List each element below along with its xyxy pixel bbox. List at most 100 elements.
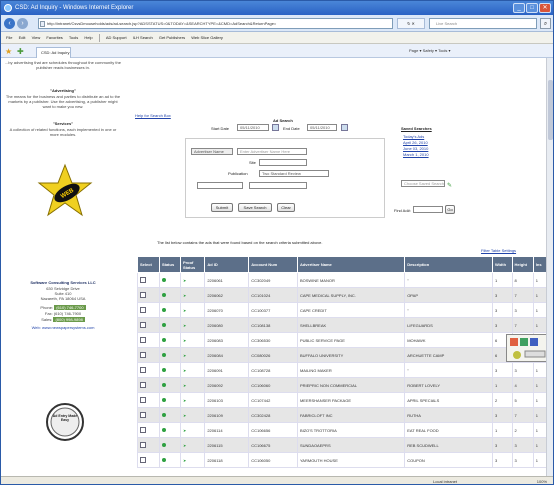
publication-select[interactable]: Two Standard Review bbox=[259, 170, 329, 177]
select-checkbox[interactable] bbox=[140, 322, 146, 328]
table-row[interactable]: ➤ 2206115 CC106675 SUNDAOAEPRS REB SCUDWELL 3… bbox=[137, 437, 546, 453]
row-select[interactable] bbox=[137, 332, 160, 348]
ad-id[interactable]: 2206084 bbox=[204, 347, 250, 363]
col-select[interactable]: Select bbox=[137, 256, 160, 273]
row-select[interactable] bbox=[137, 287, 160, 303]
select-checkbox[interactable] bbox=[140, 277, 146, 283]
select-checkbox[interactable] bbox=[140, 412, 146, 418]
table-row[interactable]: ➤ 2206092 CC106060 PRIEPRIC NON COMMERCIAL R… bbox=[137, 377, 546, 393]
help-link[interactable]: Help for Search Box bbox=[135, 113, 171, 118]
col-ad-id[interactable]: Ad ID bbox=[204, 256, 250, 273]
ad-id[interactable]: 2206115 bbox=[204, 437, 250, 453]
row-select[interactable] bbox=[137, 392, 160, 408]
go-button[interactable]: Go bbox=[445, 205, 455, 214]
col-ins[interactable]: Ins bbox=[532, 256, 546, 273]
calendar-icon[interactable] bbox=[341, 124, 348, 131]
ad-id[interactable]: 2206092 bbox=[204, 377, 250, 393]
calendar-icon[interactable] bbox=[272, 124, 279, 131]
table-row[interactable]: ➤ 2206070 CC100377 CAPE CREDIT " 3 3 1 bbox=[137, 302, 546, 318]
table-row[interactable]: ➤ 2206109 CC302428 FABRICLOFT INC RUTHA 3 7 1 bbox=[137, 407, 546, 423]
table-row[interactable]: ➤ 2206103 CC107442 MEERSHANSER PACKAGE APRIL… bbox=[137, 392, 546, 408]
zoom-level[interactable]: 100% bbox=[537, 477, 547, 484]
end-date-field[interactable]: 05/11/2010 bbox=[307, 124, 337, 131]
row-select[interactable] bbox=[137, 407, 160, 423]
clear-button[interactable]: Clear bbox=[277, 203, 295, 212]
row-select[interactable] bbox=[137, 347, 160, 363]
tab-ad-inquiry[interactable]: CSD: Ad Inquiry bbox=[36, 47, 71, 58]
row-select[interactable] bbox=[137, 452, 160, 468]
row-select[interactable] bbox=[137, 317, 160, 333]
scroll-thumb[interactable] bbox=[548, 80, 553, 140]
row-select[interactable] bbox=[137, 422, 160, 438]
select-checkbox[interactable] bbox=[140, 397, 146, 403]
submit-button[interactable]: Submit bbox=[211, 203, 233, 212]
back-button[interactable]: ‹ bbox=[4, 18, 15, 29]
ad-id[interactable]: 2206103 bbox=[204, 392, 250, 408]
ad-id[interactable]: 2206062 bbox=[204, 287, 250, 303]
close-button[interactable]: ✕ bbox=[539, 3, 551, 13]
menu-favorites[interactable]: Favorites bbox=[46, 35, 62, 40]
extra-select[interactable] bbox=[197, 182, 243, 189]
ad-id[interactable]: 2206061 bbox=[204, 272, 250, 288]
advertiser-input[interactable]: Enter Advertiser Name Here bbox=[237, 148, 307, 155]
col-description[interactable]: Description bbox=[404, 256, 493, 273]
maximize-button[interactable]: □ bbox=[526, 3, 538, 13]
search-icon[interactable]: ⌕ bbox=[540, 18, 551, 29]
minimize-button[interactable]: _ bbox=[513, 3, 525, 13]
menu-file[interactable]: File bbox=[6, 35, 12, 40]
web-link[interactable]: Web: www.newspapersystems.com bbox=[5, 325, 121, 330]
menu-edit[interactable]: Edit bbox=[19, 35, 26, 40]
fav-item[interactable]: ILH Search bbox=[133, 35, 153, 40]
menu-help[interactable]: Help bbox=[84, 35, 92, 40]
saved-search-link[interactable]: Today's Ads bbox=[403, 134, 424, 139]
table-row[interactable]: ➤ 2206080 CC108138 SHELLBREAK LIFEGUARDS 3 7 1 bbox=[137, 317, 546, 333]
ad-id[interactable]: 2206109 bbox=[204, 407, 250, 423]
ad-id[interactable]: 2206114 bbox=[204, 422, 250, 438]
refresh-stop-button[interactable]: ↻ ✕ bbox=[397, 18, 425, 29]
start-date-field[interactable]: 05/11/2010 bbox=[237, 124, 269, 131]
ad-id[interactable]: 2206091 bbox=[204, 362, 250, 378]
fav-item[interactable]: Web Slice Gallery bbox=[191, 35, 223, 40]
find-ad-input[interactable] bbox=[413, 206, 443, 213]
select-checkbox[interactable] bbox=[140, 337, 146, 343]
vertical-scrollbar[interactable] bbox=[546, 58, 553, 476]
ad-id[interactable]: 2206118 bbox=[204, 452, 250, 468]
saved-search-link[interactable]: March 1, 2010 bbox=[403, 152, 429, 157]
col-advertiser[interactable]: Advertiser Name bbox=[296, 256, 406, 273]
row-select[interactable] bbox=[137, 437, 160, 453]
col-status[interactable]: Status bbox=[158, 256, 181, 273]
ad-id[interactable]: 2206080 bbox=[204, 317, 250, 333]
row-select[interactable] bbox=[137, 272, 160, 288]
select-checkbox[interactable] bbox=[140, 427, 146, 433]
col-height[interactable]: Height bbox=[511, 256, 534, 273]
table-row[interactable]: ➤ 2206091 CC108728 MAILING MAKER " 3 3 1 bbox=[137, 362, 546, 378]
col-account[interactable]: Account Num bbox=[248, 256, 298, 273]
menu-tools[interactable]: Tools bbox=[69, 35, 78, 40]
ad-id[interactable]: 2206083 bbox=[204, 332, 250, 348]
search-input[interactable]: Live Search bbox=[429, 18, 537, 29]
row-select[interactable] bbox=[137, 302, 160, 318]
site-select[interactable] bbox=[259, 159, 307, 166]
row-select[interactable] bbox=[137, 362, 160, 378]
saved-search-link[interactable]: April 26, 2010 bbox=[403, 140, 428, 145]
extra-input[interactable] bbox=[249, 182, 307, 189]
select-checkbox[interactable] bbox=[140, 382, 146, 388]
col-proof-status[interactable]: Proof Status bbox=[179, 256, 206, 273]
table-row[interactable]: ➤ 2206118 CC106050 YARMOUTH HOUSE COUPON 3 3 1 bbox=[137, 452, 546, 468]
select-checkbox[interactable] bbox=[140, 352, 146, 358]
table-settings-icon[interactable] bbox=[506, 334, 546, 362]
ad-id[interactable]: 2206070 bbox=[204, 302, 250, 318]
fav-item[interactable]: AD Support bbox=[106, 35, 127, 40]
forward-button[interactable]: › bbox=[17, 18, 28, 29]
table-row[interactable]: ➤ 2206083 CC306530 PUBLIC SERVICE PAGE MOHAW… bbox=[137, 332, 546, 348]
command-bar[interactable]: Page ▾ Safety ▾ Tools ▾ bbox=[409, 48, 451, 53]
menu-view[interactable]: View bbox=[32, 35, 41, 40]
row-select[interactable] bbox=[137, 377, 160, 393]
table-row[interactable]: ➤ 2206062 CC101024 CAPE MEDICAL SUPPLY, INC… bbox=[137, 287, 546, 303]
select-checkbox[interactable] bbox=[140, 292, 146, 298]
select-checkbox[interactable] bbox=[140, 307, 146, 313]
table-row[interactable]: ➤ 2206114 CC106656 BIZO'S TROTTORIA EAT REAL… bbox=[137, 422, 546, 438]
add-favorites-icon[interactable]: ✚ bbox=[17, 47, 24, 56]
select-checkbox[interactable] bbox=[140, 367, 146, 373]
edit-saved-icon[interactable]: ✎ bbox=[447, 182, 452, 189]
